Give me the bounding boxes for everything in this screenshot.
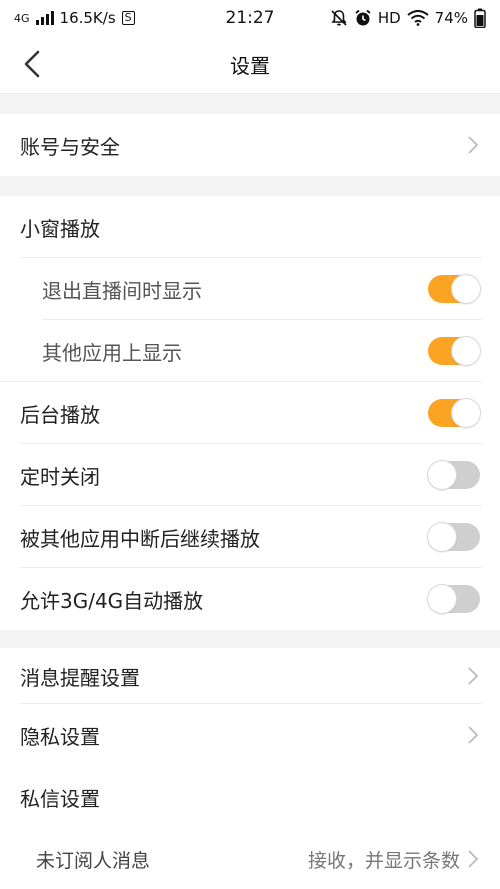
section-messages: 消息提醒设置 隐私设置 私信设置 未订阅人消息 接收，并显示条数 xyxy=(0,648,500,889)
network-speed: 16.5K/s xyxy=(59,9,116,27)
background-playback-label: 后台播放 xyxy=(20,402,100,427)
timer-close-row: 定时关闭 xyxy=(0,444,500,506)
unsubscribed-messages-label: 未订阅人消息 xyxy=(36,849,151,872)
status-bar: 4G 16.5K/s S 21:27 HD 74% xyxy=(0,0,500,36)
exit-live-display-label: 退出直播间时显示 xyxy=(42,278,202,303)
chevron-right-icon xyxy=(468,136,479,154)
unsubscribed-messages-value: 接收，并显示条数 xyxy=(307,849,460,872)
playback-section-header: 小窗播放 xyxy=(0,196,500,258)
chevron-left-icon xyxy=(24,50,40,78)
chevron-right-icon xyxy=(468,726,479,744)
exit-live-display-toggle[interactable] xyxy=(428,275,480,303)
page-title: 设置 xyxy=(230,54,270,78)
private-message-section-title: 私信设置 xyxy=(20,786,100,811)
chevron-right-icon xyxy=(468,667,479,685)
other-apps-display-label: 其他应用上显示 xyxy=(42,340,182,365)
chevron-right-icon xyxy=(468,850,479,868)
timer-close-label: 定时关闭 xyxy=(20,464,100,489)
resume-after-interrupt-toggle[interactable] xyxy=(428,523,480,551)
battery-percent: 74% xyxy=(434,9,468,27)
account-security-row[interactable]: 账号与安全 xyxy=(0,114,500,176)
other-apps-display-row: 其他应用上显示 xyxy=(0,320,500,382)
autoplay-3g4g-toggle[interactable] xyxy=(428,585,480,613)
exit-live-display-row: 退出直播间时显示 xyxy=(0,258,500,320)
status-right: HD 74% xyxy=(330,8,486,28)
notification-settings-row[interactable]: 消息提醒设置 xyxy=(0,648,500,704)
network-type: 4G xyxy=(14,11,30,25)
back-button[interactable] xyxy=(16,48,48,80)
account-security-label: 账号与安全 xyxy=(20,134,120,159)
private-message-section-header: 私信设置 xyxy=(0,766,500,828)
privacy-settings-label: 隐私设置 xyxy=(20,724,100,749)
mute-bell-icon xyxy=(331,10,347,26)
background-playback-toggle[interactable] xyxy=(428,399,480,427)
resume-after-interrupt-label: 被其他应用中断后继续播放 xyxy=(20,526,260,551)
autoplay-3g4g-row: 允许3G/4G自动播放 xyxy=(0,568,500,630)
wifi-icon xyxy=(407,10,429,26)
hd-indicator: HD xyxy=(377,9,401,27)
section-playback: 小窗播放 退出直播间时显示 其他应用上显示 后台播放 定时关闭 被其他应用中断后… xyxy=(0,196,500,630)
battery-icon xyxy=(474,8,486,28)
status-left: 4G 16.5K/s S xyxy=(14,9,135,27)
alarm-icon xyxy=(355,9,371,26)
unsubscribed-messages-row[interactable]: 未订阅人消息 接收，并显示条数 xyxy=(0,828,500,889)
timer-close-toggle[interactable] xyxy=(428,461,480,489)
playback-section-title: 小窗播放 xyxy=(20,216,100,241)
section-account: 账号与安全 xyxy=(0,114,500,176)
privacy-settings-row[interactable]: 隐私设置 xyxy=(0,704,500,766)
resume-after-interrupt-row: 被其他应用中断后继续播放 xyxy=(0,506,500,568)
s-badge-icon: S xyxy=(121,11,135,25)
signal-icon xyxy=(35,11,54,25)
other-apps-display-toggle[interactable] xyxy=(428,337,480,365)
autoplay-3g4g-label: 允许3G/4G自动播放 xyxy=(20,588,204,613)
top-bar: 设置 xyxy=(0,36,500,94)
notification-settings-label: 消息提醒设置 xyxy=(20,665,140,690)
background-playback-row: 后台播放 xyxy=(0,382,500,444)
